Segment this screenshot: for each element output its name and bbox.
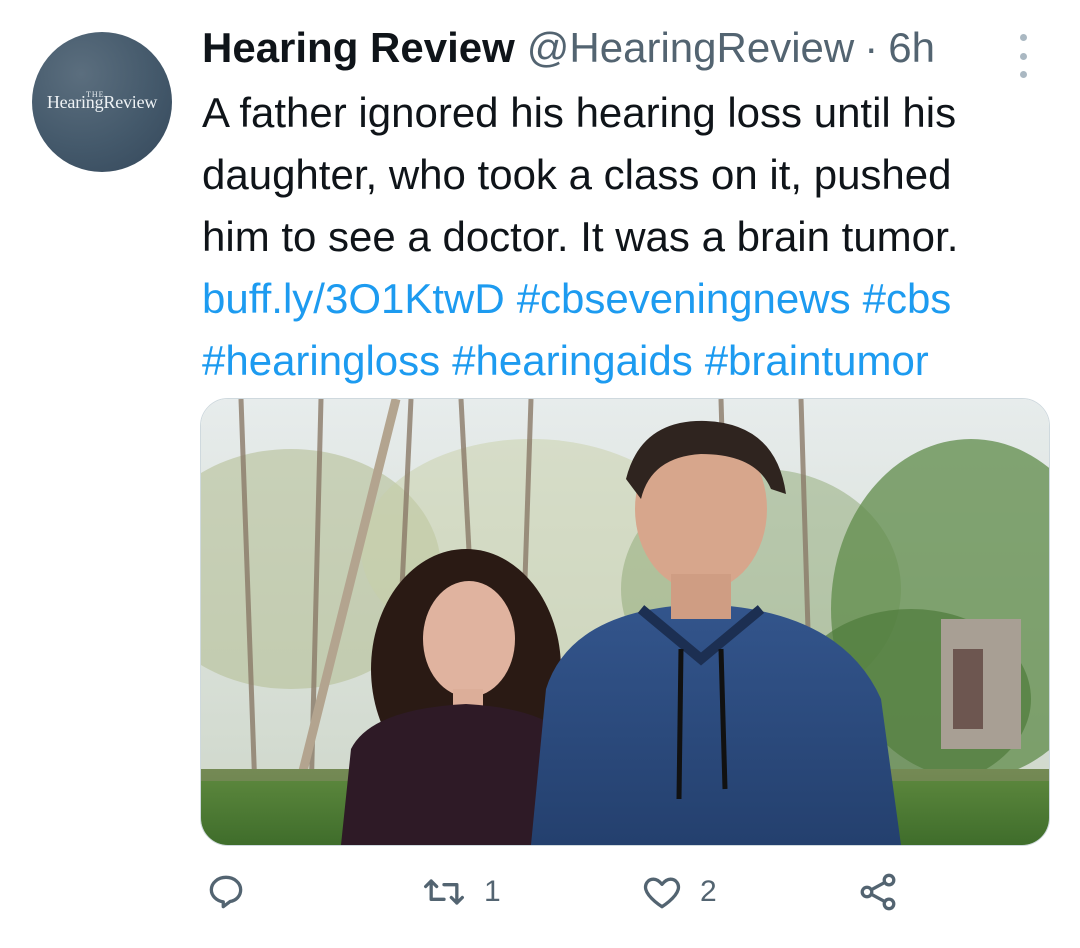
author-handle[interactable]: @HearingReview <box>527 24 854 72</box>
like-count: 2 <box>700 875 717 908</box>
hashtag-link[interactable]: #cbs <box>863 275 952 322</box>
hashtag-link[interactable]: #hearingloss <box>202 337 440 384</box>
share-icon <box>860 873 896 911</box>
tweet-header: Hearing Review @HearingReview · 6h <box>202 24 935 76</box>
share-button[interactable] <box>856 870 900 914</box>
reply-button[interactable] <box>204 870 264 914</box>
like-button[interactable]: 2 <box>640 870 717 914</box>
retweet-button[interactable]: 1 <box>420 870 501 914</box>
separator-dot: · <box>864 24 879 71</box>
more-dot <box>1019 34 1027 41</box>
retweet-icon <box>424 879 464 905</box>
photo-illustration <box>201 399 1049 845</box>
tweet-text-line: him to see a doctor. It was a brain tumo… <box>202 213 959 260</box>
more-options-icon[interactable] <box>1010 34 1036 78</box>
heart-icon <box>643 877 681 909</box>
avatar-logo-small: THE <box>86 90 105 99</box>
tweet-text-line: daughter, who took a class on it, pushed <box>202 151 952 198</box>
hashtag-link[interactable]: #hearingaids <box>452 337 693 384</box>
more-dot <box>1019 52 1027 60</box>
timestamp[interactable]: 6h <box>888 24 935 72</box>
tweet-photo[interactable] <box>200 398 1050 846</box>
avatar[interactable]: THE HearingReview <box>32 32 172 172</box>
retweet-count: 1 <box>484 875 501 908</box>
hashtag-link[interactable]: #cbseveningnews <box>517 275 851 322</box>
tweet-text: A father ignored his hearing loss until … <box>202 82 1062 392</box>
tweet-link[interactable]: buff.ly/3O1KtwD <box>202 275 505 322</box>
author-name[interactable]: Hearing Review <box>202 24 515 72</box>
hashtag-link[interactable]: #braintumor <box>705 337 929 384</box>
tweet-text-line: A father ignored his hearing loss until … <box>202 89 957 136</box>
tweet-actions: 1 2 <box>0 870 1080 926</box>
reply-icon <box>209 875 243 909</box>
more-dot <box>1019 71 1027 78</box>
